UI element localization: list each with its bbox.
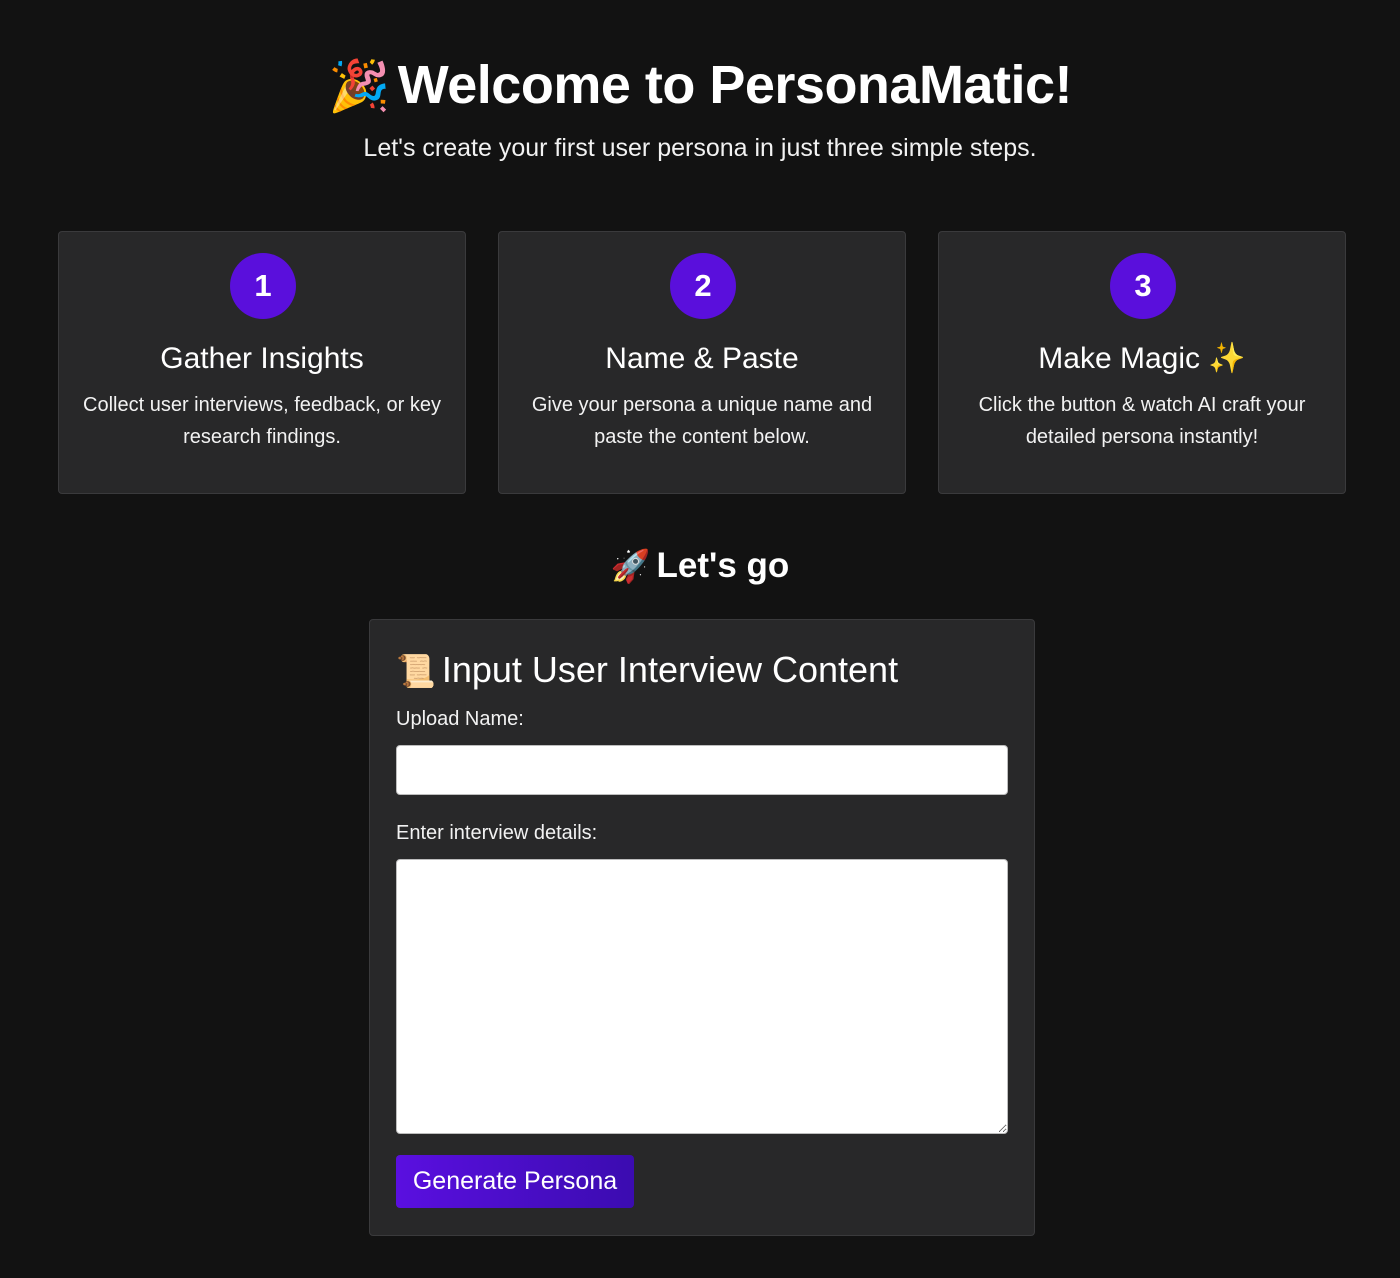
lets-go-heading: 🚀 Let's go	[0, 544, 1400, 588]
step-title: Name & Paste	[605, 342, 799, 375]
form-title: 📜 Input User Interview Content	[396, 648, 898, 693]
rocket-icon: 🚀	[610, 548, 651, 584]
step-description: Collect user interviews, feedback, or ke…	[83, 394, 441, 448]
welcome-page: 🎉 Welcome to PersonaMatic! Let's create y…	[0, 0, 1400, 1278]
step-number-badge: 1	[230, 253, 296, 319]
upload-name-label: Upload Name:	[396, 708, 524, 730]
lets-go-text: Let's go	[656, 546, 790, 585]
step-number-badge: 3	[1110, 253, 1176, 319]
upload-name-input[interactable]	[396, 745, 1008, 795]
scroll-icon: 📜	[396, 653, 436, 689]
interview-details-textarea[interactable]	[396, 859, 1008, 1134]
page-subtitle: Let's create your first user persona in …	[363, 134, 1037, 162]
step-title: Make Magic ✨	[1038, 342, 1246, 375]
step-description: Click the button & watch AI craft your d…	[978, 394, 1306, 448]
page-title: 🎉 Welcome to PersonaMatic!	[0, 52, 1400, 119]
generate-persona-button[interactable]: Generate Persona	[396, 1155, 634, 1208]
interview-form: 📜 Input User Interview Content Upload Nam…	[369, 619, 1035, 1236]
step-card-1: 1 Gather Insights Collect user interview…	[58, 231, 466, 494]
interview-details-label: Enter interview details:	[396, 822, 598, 844]
form-title-text: Input User Interview Content	[441, 649, 899, 690]
page-title-text: Welcome to PersonaMatic!	[397, 55, 1073, 115]
party-popper-icon: 🎉	[328, 58, 390, 114]
step-description: Give your persona a unique name and past…	[531, 394, 873, 448]
step-card-2: 2 Name & Paste Give your persona a uniqu…	[498, 231, 906, 494]
step-card-3: 3 Make Magic ✨ Click the button & watch …	[938, 231, 1346, 494]
steps-section: 1 Gather Insights Collect user interview…	[58, 231, 1346, 494]
step-title: Gather Insights	[160, 342, 364, 375]
step-number-badge: 2	[670, 253, 736, 319]
